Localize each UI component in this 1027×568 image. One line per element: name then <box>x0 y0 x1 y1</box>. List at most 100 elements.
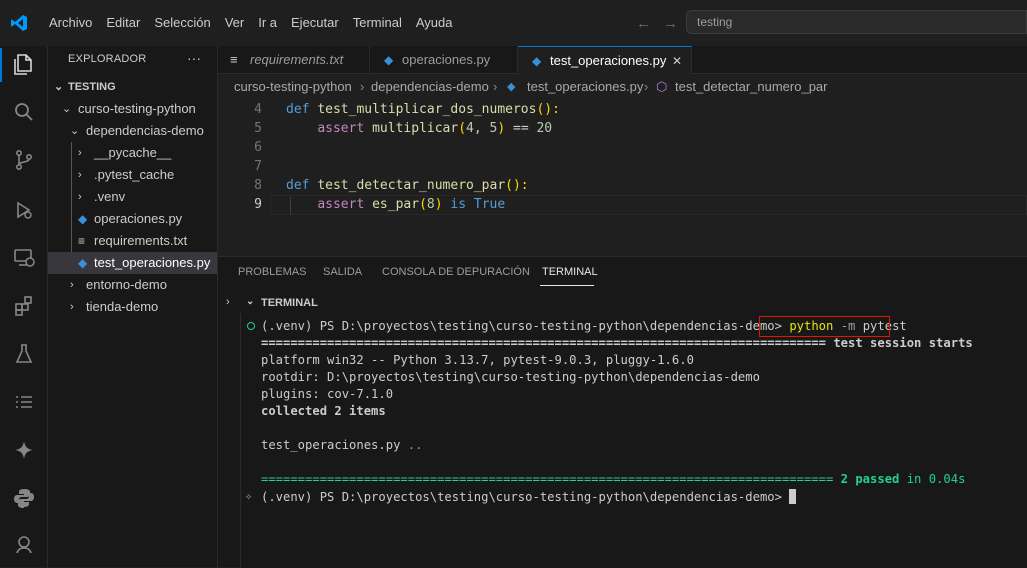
vscode-logo-icon <box>11 15 27 31</box>
text-file-icon: ≡ <box>78 234 86 248</box>
tree-item-label: .pytest_cache <box>94 167 175 182</box>
back-arrow-icon[interactable]: ← <box>636 15 651 32</box>
tree-root-label: TESTING <box>68 81 116 93</box>
session-text: test session starts <box>833 336 973 350</box>
chevron-right-icon: › <box>78 191 82 203</box>
operator: == <box>505 121 537 136</box>
tree-item-operaciones[interactable]: ◆ operaciones.py <box>48 208 217 230</box>
menu-ejecutar[interactable]: Ejecutar <box>284 0 346 46</box>
command-center-search[interactable]: testing <box>686 10 1027 34</box>
tab-label: requirements.txt <box>250 52 344 67</box>
tree-item-pytest-cache[interactable]: › .pytest_cache <box>48 164 217 186</box>
tab-operaciones[interactable]: ◆ operaciones.py <box>370 46 518 74</box>
terminal-title: TERMINAL <box>261 297 318 309</box>
function-call: es_par <box>372 197 420 212</box>
tree-item-pycache[interactable]: › __pycache__ <box>48 142 217 164</box>
tree-item-tienda[interactable]: › tienda-demo <box>48 296 217 318</box>
tree-item-test-operaciones[interactable]: ◆ test_operaciones.py <box>48 252 217 274</box>
menu-editar[interactable]: Editar <box>99 0 147 46</box>
testing-flask-icon[interactable] <box>10 340 38 368</box>
tab-terminal[interactable]: TERMINAL <box>542 266 598 278</box>
tab-salida[interactable]: SALIDA <box>323 266 362 278</box>
constant: True <box>473 197 506 212</box>
tree-root[interactable]: ⌄ TESTING <box>48 76 217 98</box>
remote-explorer-icon[interactable] <box>10 244 38 272</box>
active-tab-underline <box>540 285 594 286</box>
function-name: test_detectar_numero_par <box>317 178 506 193</box>
breadcrumb-item[interactable]: test_operaciones.py <box>527 74 643 100</box>
terminal-line-platform: platform win32 -- Python 3.13.7, pytest-… <box>261 353 694 367</box>
menu-terminal[interactable]: Terminal <box>346 0 409 46</box>
punct: (): <box>505 178 529 193</box>
tree-item-label: requirements.txt <box>94 233 188 248</box>
tree-item-venv[interactable]: › .venv <box>48 186 217 208</box>
menu-archivo[interactable]: Archivo <box>42 0 99 46</box>
extensions-icon[interactable] <box>10 292 38 320</box>
source-control-icon[interactable] <box>10 146 38 174</box>
tree-item-label: operaciones.py <box>94 211 183 226</box>
outline-list-icon[interactable] <box>10 388 38 416</box>
editor-tabs: ≡ requirements.txt ◆ operaciones.py ◆ te… <box>218 46 1027 74</box>
tree-item-dependencias[interactable]: ⌄ dependencias-demo <box>48 120 217 142</box>
terminal-cursor <box>789 489 797 504</box>
tab-consola-depuracion[interactable]: CONSOLA DE DEPURACIÓN <box>382 266 530 278</box>
code-line-9: assert es_par(8) is True <box>317 197 506 212</box>
chevron-down-icon: ⌄ <box>62 103 72 115</box>
python-file-icon: ◆ <box>78 256 88 270</box>
copilot-sparkle-icon[interactable] <box>10 436 38 464</box>
menu-seleccion[interactable]: Selección <box>147 0 217 46</box>
menu-ver[interactable]: Ver <box>218 0 252 46</box>
more-actions-icon[interactable]: ··· <box>187 50 201 66</box>
python-file-icon: ◆ <box>507 81 516 93</box>
tab-test-operaciones[interactable]: ◆ test_operaciones.py ✕ <box>518 46 692 74</box>
chevron-down-icon[interactable]: ⌄ <box>246 296 254 307</box>
tree-item-label: entorno-demo <box>86 277 167 292</box>
python-file-icon: ◆ <box>532 54 542 68</box>
accounts-icon[interactable] <box>10 530 38 558</box>
sparkle-icon: ✧ <box>245 489 253 503</box>
command-success-icon <box>247 322 255 330</box>
chevron-right-icon: › <box>493 79 498 94</box>
breadcrumb-item[interactable]: curso-testing-python <box>234 74 352 100</box>
rule: ========================================… <box>261 472 841 486</box>
active-indicator <box>0 48 2 82</box>
tab-problemas[interactable]: PROBLEMAS <box>238 266 306 278</box>
tree-item-entorno[interactable]: › entorno-demo <box>48 274 217 296</box>
forward-arrow-icon[interactable]: → <box>663 15 678 32</box>
breadcrumb-item[interactable]: test_detectar_numero_par <box>675 74 827 100</box>
search-text: testing <box>697 15 733 29</box>
punct: , <box>473 121 490 136</box>
keyword: assert <box>317 121 365 136</box>
run-debug-icon[interactable] <box>10 196 38 224</box>
python-icon[interactable] <box>10 484 38 512</box>
chevron-right-icon[interactable]: › <box>226 296 230 308</box>
menu-ayuda[interactable]: Ayuda <box>409 0 460 46</box>
punct: (): <box>536 102 560 117</box>
tree-item-curso[interactable]: ⌄ curso-testing-python <box>48 98 217 120</box>
terminal-line-rootdir: rootdir: D:\proyectos\testing\curso-test… <box>261 370 760 384</box>
explorer-icon[interactable] <box>10 50 38 78</box>
code-editor[interactable]: 4 def test_multiplicar_dos_numeros(): 5 … <box>218 100 1027 255</box>
summary-time: in 0.04s <box>899 472 966 486</box>
line-number: 8 <box>254 178 262 193</box>
search-icon[interactable] <box>10 98 38 126</box>
line-number: 5 <box>254 121 262 136</box>
chevron-right-icon: › <box>78 147 82 159</box>
tree-item-label: .venv <box>94 189 126 204</box>
breadcrumb-item[interactable]: dependencias-demo <box>371 74 489 100</box>
menu-ir-a[interactable]: Ir a <box>251 0 284 46</box>
symbol-method-icon: ⬡ <box>656 79 668 94</box>
function-call: multiplicar <box>372 121 459 136</box>
tree-item-label: dependencias-demo <box>86 123 204 138</box>
number: 20 <box>536 121 553 136</box>
tree-item-requirements[interactable]: ≡ requirements.txt <box>48 230 217 252</box>
chevron-right-icon: › <box>70 301 74 313</box>
terminal[interactable]: ⏻ (.venv) PS D:\proyectos\testing\curso-… <box>240 313 1027 568</box>
nav-arrows: ← → <box>636 15 690 32</box>
function-name: test_multiplicar_dos_numeros <box>317 102 537 117</box>
line-number: 4 <box>254 102 262 117</box>
tab-requirements[interactable]: ≡ requirements.txt <box>218 46 370 74</box>
command-highlight-box <box>759 316 890 337</box>
close-icon[interactable]: ✕ <box>672 47 682 75</box>
terminal-line-tests: test_operaciones.py .. <box>261 438 422 452</box>
